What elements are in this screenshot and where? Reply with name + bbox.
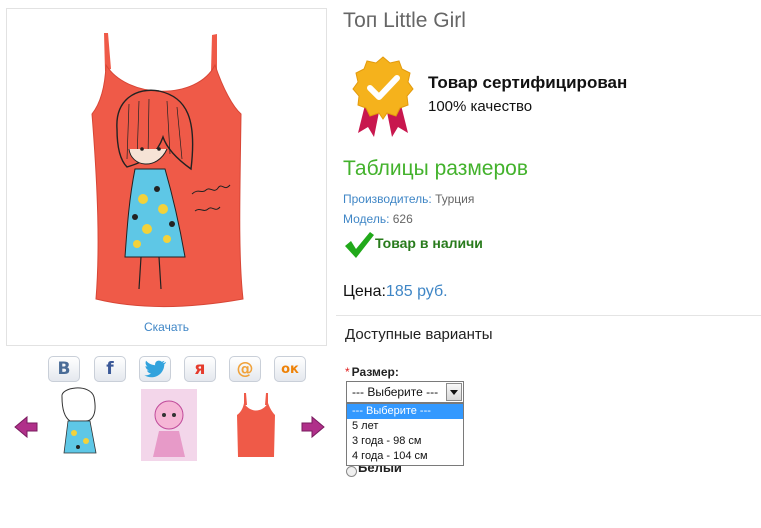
- dropdown-option[interactable]: 4 года - 104 см: [347, 449, 463, 464]
- price-value: 185 руб.: [385, 283, 448, 300]
- model-line: Модель: 626: [343, 212, 413, 226]
- thumbnail-image: [50, 387, 110, 463]
- facebook-share-button[interactable]: f: [94, 356, 126, 382]
- color-radio[interactable]: [346, 466, 357, 477]
- required-mark: *: [345, 365, 350, 379]
- carousel-prev-arrow-icon[interactable]: [13, 414, 39, 440]
- twitter-share-button[interactable]: [139, 356, 171, 382]
- quality-subtitle: 100% качество: [428, 98, 533, 115]
- manufacturer-label[interactable]: Производитель:: [343, 192, 432, 206]
- thumbnail-2[interactable]: [139, 387, 199, 463]
- moikrug-icon: я: [194, 359, 206, 379]
- size-chart-link[interactable]: Таблицы размеров: [343, 157, 528, 181]
- product-main-image[interactable]: [7, 9, 328, 319]
- size-label: * Размер:: [345, 365, 399, 379]
- checkmark-icon: [345, 232, 374, 258]
- certificate-badge-icon: [352, 56, 414, 137]
- mailru-share-button[interactable]: @: [229, 356, 261, 382]
- size-select-value: --- Выберите ---: [352, 385, 439, 399]
- thumbnail-image: [226, 387, 286, 463]
- manufacturer-line: Производитель: Турция: [343, 192, 474, 206]
- vk-icon: B: [57, 359, 71, 379]
- download-link[interactable]: Скачать: [7, 320, 326, 334]
- facebook-icon: f: [106, 359, 114, 379]
- odnoklassniki-share-button[interactable]: ок: [274, 356, 306, 382]
- dropdown-option[interactable]: 5 лет: [347, 419, 463, 434]
- mailru-icon: @: [236, 359, 254, 379]
- select-dropdown-button[interactable]: [446, 383, 462, 401]
- main-product-image-frame: Скачать: [6, 8, 327, 346]
- odnoklassniki-icon: ок: [281, 361, 299, 377]
- options-heading: Доступные варианты: [345, 326, 493, 343]
- certified-title: Товар сертифицирован: [428, 73, 628, 92]
- model-value: 626: [392, 212, 413, 226]
- product-title: Топ Little Girl: [343, 9, 466, 32]
- dropdown-option[interactable]: 3 года - 98 см: [347, 434, 463, 449]
- thumbnail-1[interactable]: [50, 387, 110, 463]
- vk-share-button[interactable]: B: [48, 356, 80, 382]
- size-select[interactable]: --- Выберите ---: [346, 381, 464, 403]
- thumbnail-image: [141, 389, 197, 461]
- thumbnail-3[interactable]: [226, 387, 286, 463]
- moikrug-share-button[interactable]: я: [184, 356, 216, 382]
- price-label: Цена:: [343, 283, 386, 300]
- stock-status: Товар в наличи: [375, 235, 483, 251]
- price-line: Цена:185 руб.: [343, 283, 448, 301]
- carousel-next-arrow-icon[interactable]: [300, 414, 326, 440]
- options-divider: [336, 315, 761, 316]
- manufacturer-value: Турция: [435, 192, 475, 206]
- dropdown-option[interactable]: --- Выберите ---: [347, 404, 463, 419]
- model-label: Модель:: [343, 212, 390, 226]
- size-label-text: Размер:: [351, 365, 399, 379]
- chevron-down-icon: [450, 389, 458, 395]
- size-dropdown-list: --- Выберите --- 5 лет 3 года - 98 см 4 …: [346, 403, 464, 466]
- twitter-icon: [144, 360, 166, 378]
